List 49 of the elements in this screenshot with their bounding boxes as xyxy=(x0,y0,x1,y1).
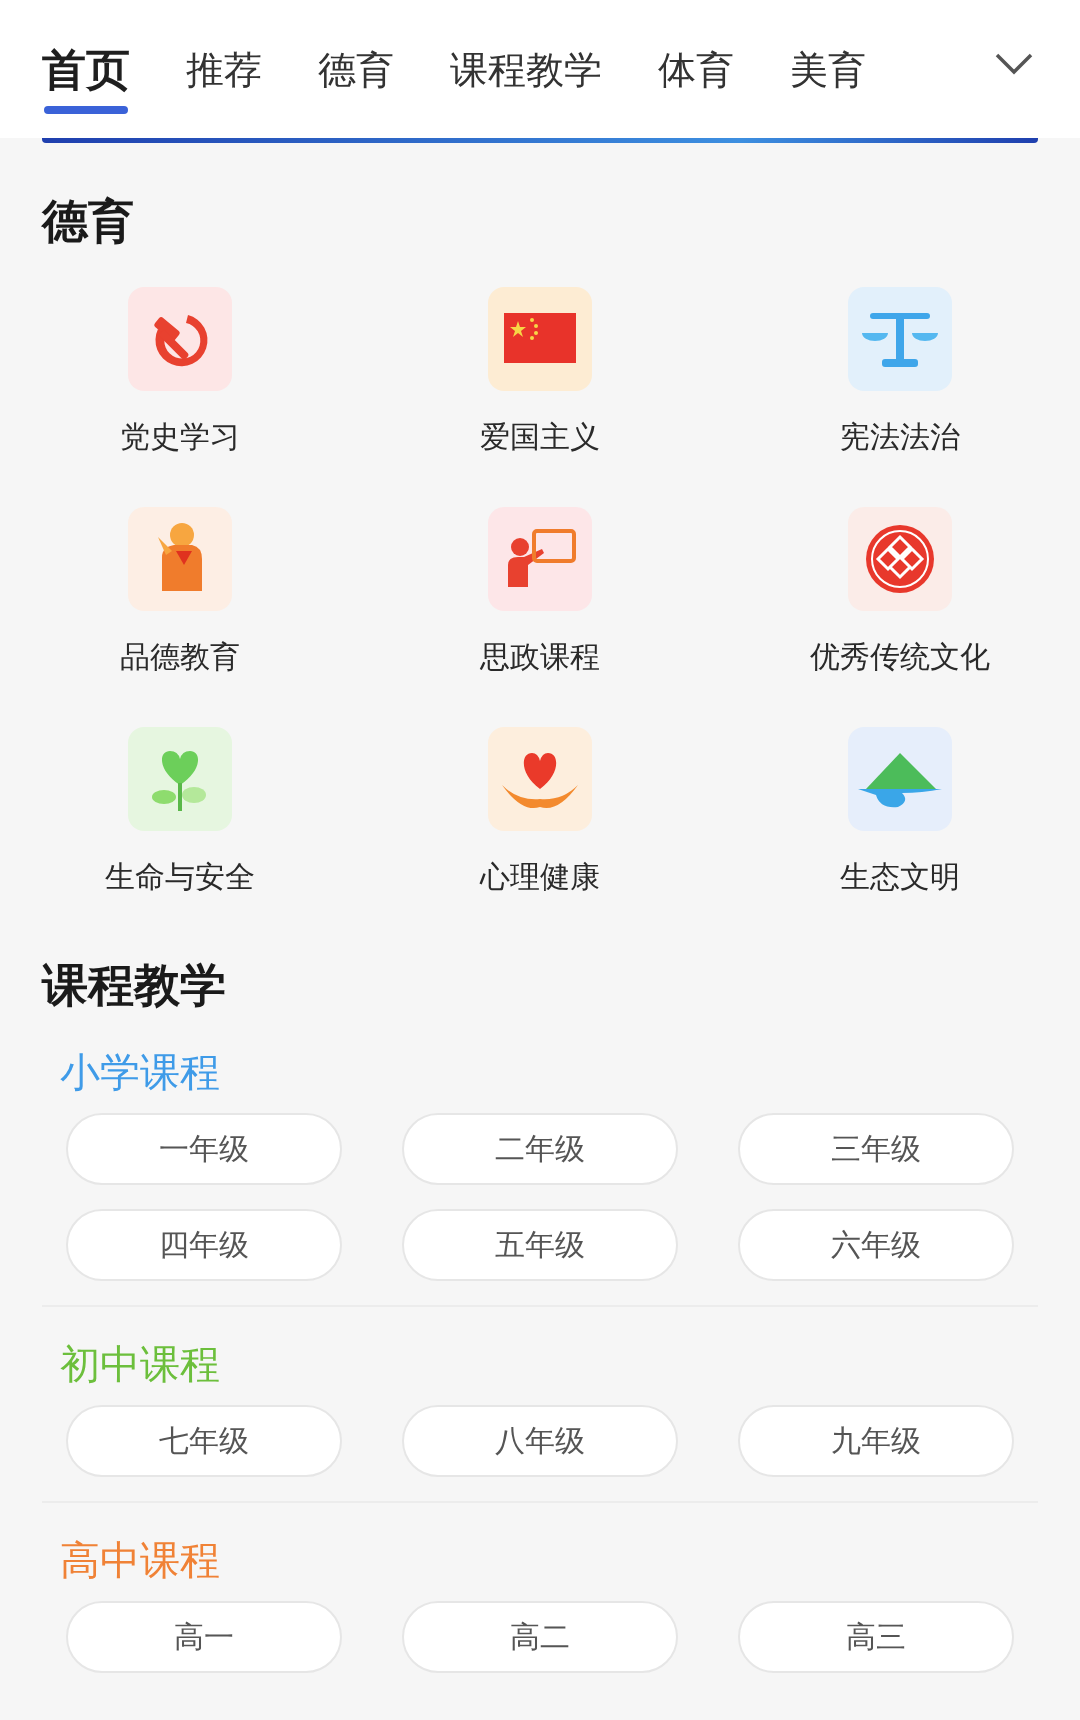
category-tab[interactable]: 课程教学 xyxy=(450,42,602,114)
chevron-down-icon[interactable] xyxy=(994,52,1034,76)
category-label[interactable]: 生态文明 xyxy=(840,859,960,895)
category-label[interactable]: 优秀传统文化 xyxy=(810,639,990,675)
category-tab[interactable]: 首页 xyxy=(42,42,130,114)
category-label[interactable]: 品德教育 xyxy=(120,639,240,675)
flag-icon xyxy=(504,313,576,363)
category-tile[interactable] xyxy=(488,507,592,611)
grade-button[interactable]: 九年级 xyxy=(738,1405,1014,1477)
category-tab[interactable]: 美育 xyxy=(790,42,866,114)
teacher-icon xyxy=(508,529,576,587)
grade-button[interactable]: 八年级 xyxy=(402,1405,678,1477)
section-title: 课程教学 xyxy=(40,957,227,1014)
category-tile[interactable] xyxy=(128,727,232,831)
category-label[interactable]: 思政课程 xyxy=(480,639,600,675)
grade-button[interactable]: 高二 xyxy=(402,1601,678,1673)
category-label[interactable]: 宪法法治 xyxy=(840,419,960,455)
group-title: 初中课程 xyxy=(59,1340,221,1389)
grade-button[interactable]: 六年级 xyxy=(738,1209,1014,1281)
section-title: 德育 xyxy=(40,193,135,250)
heart-hands-icon xyxy=(502,753,578,809)
category-tile[interactable] xyxy=(488,727,592,831)
category-label[interactable]: 心理健康 xyxy=(480,859,600,895)
grade-button[interactable]: 三年级 xyxy=(738,1113,1014,1185)
category-label[interactable]: 生命与安全 xyxy=(105,859,255,895)
group-title: 高中课程 xyxy=(59,1536,221,1585)
grade-button[interactable]: 一年级 xyxy=(66,1113,342,1185)
saluting-child-icon xyxy=(158,523,202,591)
category-tile[interactable] xyxy=(488,287,592,391)
mountain-lake-icon xyxy=(858,753,942,808)
category-tile[interactable] xyxy=(128,507,232,611)
grade-button[interactable]: 五年级 xyxy=(402,1209,678,1281)
category-tile[interactable] xyxy=(128,287,232,391)
category-tab[interactable]: 推荐 xyxy=(186,42,262,114)
group-title: 小学课程 xyxy=(59,1048,221,1097)
grade-button[interactable]: 二年级 xyxy=(402,1113,678,1185)
sprout-heart-icon xyxy=(152,751,206,811)
scales-icon xyxy=(862,313,938,367)
category-tile[interactable] xyxy=(848,507,952,611)
grade-button[interactable]: 高三 xyxy=(738,1601,1014,1673)
category-label[interactable]: 爱国主义 xyxy=(480,419,600,455)
grade-button[interactable]: 四年级 xyxy=(66,1209,342,1281)
category-tab[interactable]: 德育 xyxy=(318,42,394,114)
category-tile[interactable] xyxy=(848,727,952,831)
category-tab[interactable]: 体育 xyxy=(658,42,734,114)
category-tile[interactable] xyxy=(848,287,952,391)
category-label[interactable]: 党史学习 xyxy=(120,419,240,455)
grade-button[interactable]: 七年级 xyxy=(66,1405,342,1477)
grade-button[interactable]: 高一 xyxy=(66,1601,342,1673)
